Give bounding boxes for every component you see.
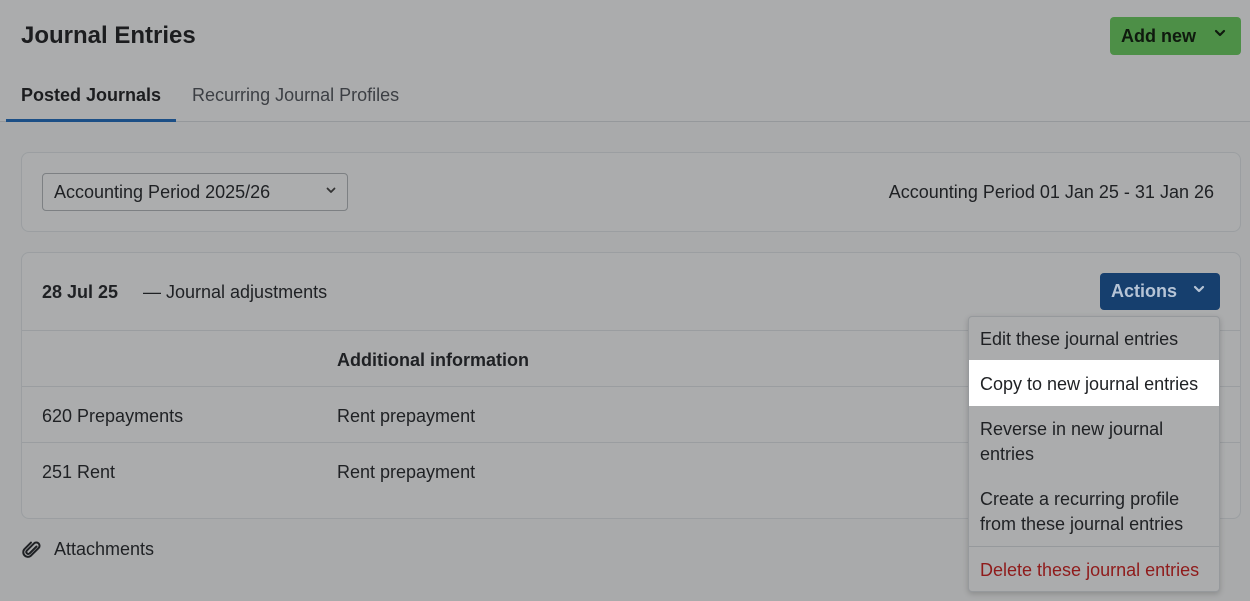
- page-header: Journal Entries Add new Posted Journals …: [0, 0, 1250, 122]
- actions-menu: Edit these journal entries Copy to new j…: [968, 316, 1220, 592]
- actions-button[interactable]: Actions: [1100, 273, 1220, 310]
- journal-date: 28 Jul 25: [42, 282, 119, 302]
- tab-bar: Posted Journals Recurring Journal Profil…: [6, 72, 414, 122]
- accounting-period-value: Accounting Period 2025/26: [54, 182, 271, 202]
- actions-label: Actions: [1111, 281, 1178, 301]
- menu-item-reverse[interactable]: Reverse in new journal entries: [969, 417, 1219, 467]
- paperclip-icon: [22, 540, 41, 558]
- column-header-additional-information: Additional information: [337, 350, 529, 370]
- row-account: 620 Prepayments: [42, 406, 184, 426]
- row-additional-info: Rent prepayment: [337, 406, 476, 426]
- chevron-down-icon: [1213, 26, 1227, 43]
- row-additional-info: Rent prepayment: [337, 462, 476, 482]
- menu-divider: [969, 546, 1219, 547]
- chevron-down-icon: [325, 184, 337, 199]
- journal-description: — Journal adjustments: [143, 282, 328, 302]
- menu-item-edit[interactable]: Edit these journal entries: [969, 327, 1219, 352]
- menu-item-delete[interactable]: Delete these journal entries: [969, 558, 1219, 583]
- chevron-down-icon: [1192, 282, 1206, 299]
- add-new-button[interactable]: Add new: [1110, 17, 1241, 55]
- attachments-link[interactable]: Attachments: [22, 539, 154, 560]
- period-card: Accounting Period 2025/26 Accounting Per…: [21, 152, 1241, 232]
- add-new-label: Add new: [1121, 25, 1196, 46]
- tab-recurring-journal-profiles[interactable]: Recurring Journal Profiles: [176, 72, 414, 122]
- accounting-period-select[interactable]: Accounting Period 2025/26: [42, 173, 348, 211]
- row-account: 251 Rent: [42, 462, 116, 482]
- attachments-label: Attachments: [54, 539, 155, 559]
- menu-item-create-recurring[interactable]: Create a recurring profile from these jo…: [969, 487, 1219, 537]
- menu-item-copy[interactable]: Copy to new journal entries: [969, 360, 1219, 406]
- tab-posted-journals[interactable]: Posted Journals: [6, 72, 177, 122]
- page-title: Journal Entries: [21, 22, 196, 49]
- accounting-period-range: Accounting Period 01 Jan 25 - 31 Jan 26: [888, 182, 1214, 202]
